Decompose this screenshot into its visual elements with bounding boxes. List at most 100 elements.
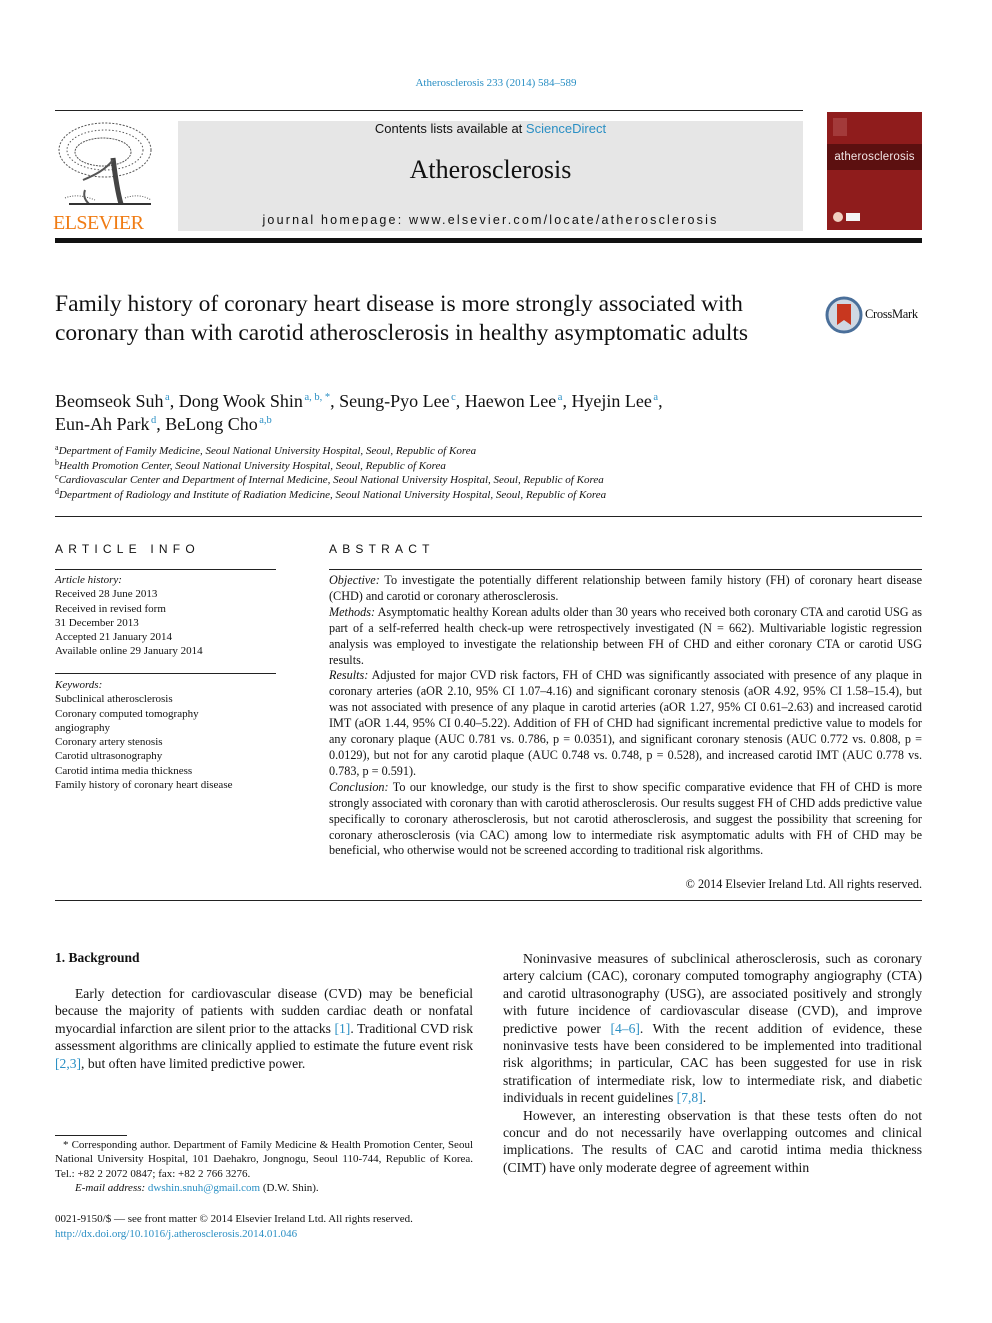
abstract-copyright: © 2014 Elsevier Ireland Ltd. All rights … [685,877,922,891]
keyword: angiography [55,721,110,734]
author-name: Haewon Lee [464,391,557,411]
paragraph-text: . [702,1090,707,1106]
affiliation-text: Department of Radiology and Institute of… [59,488,607,501]
section-rule [55,516,922,517]
abstract-conclusion: Conclusion: To our knowledge, our study … [329,780,922,860]
article-history-label: Article history: [55,574,122,586]
author-separator: , [455,391,465,411]
history-item: 31 December 2013 [55,616,139,629]
paragraph: Early detection for cardiovascular disea… [55,985,473,1072]
author-separator: , [658,391,663,411]
cover-logo-icon [833,118,847,136]
history-item: Received in revised form [55,602,166,615]
abstract-results: Results: Adjusted for major CVD risk fac… [329,668,922,779]
author-affil-link[interactable]: a,b [259,415,272,426]
contents-line: Contents lists available at ScienceDirec… [178,121,803,136]
crossmark-icon [825,296,863,334]
abstract-methods: Methods: Asymptomatic healthy Korean adu… [329,605,922,669]
email-label: E-mail address: [75,1181,146,1194]
corresponding-author-footnote: * Corresponding author. Department of Fa… [55,1138,473,1195]
affiliation: bHealth Promotion Center, Seoul National… [55,458,755,474]
affiliation-text: Health Promotion Center, Seoul National … [59,459,446,472]
abstract-objective: Objective: To investigate the potentiall… [329,573,922,605]
abstract-bottom-rule [55,900,922,901]
header-thick-rule [55,238,922,243]
reference-link[interactable]: [4–6] [610,1021,639,1036]
author-separator: , [156,414,166,434]
author[interactable]: Hyejin Lee a [571,391,658,411]
keyword: Carotid intima media thickness [55,764,193,777]
article-info-heading: ARTICLE INFO [55,542,200,556]
author-separator: , [330,391,340,411]
conclusion-text: To our knowledge, our study is the first… [329,779,922,858]
cover-seal-icon [833,212,843,222]
email-line: E-mail address: dwshin.snuh@gmail.com (D… [55,1181,473,1195]
methods-text: Asymptomatic healthy Korean adults older… [329,604,922,667]
objective-label: Objective: [329,573,380,587]
keyword: Family history of coronary heart disease [55,779,233,792]
methods-label: Methods: [329,604,376,619]
author[interactable]: BeLong Cho a,b [165,414,272,434]
affiliations: aDepartment of Family Medicine, Seoul Na… [55,444,755,502]
author-affil-link[interactable]: a, b, * [304,392,330,403]
history-item: Accepted 21 January 2014 [55,631,172,644]
email-link[interactable]: dwshin.snuh@gmail.com [148,1182,260,1194]
author[interactable]: Dong Wook Shin a, b, * [179,391,330,411]
paragraph: However, an interesting observation is t… [503,1107,922,1175]
journal-citation-link[interactable]: Atherosclerosis 233 (2014) 584–589 [0,77,992,89]
reference-link[interactable]: [2,3] [55,1056,81,1071]
reference-link[interactable]: [1] [334,1021,350,1036]
keywords-rule [55,673,276,674]
article-title: Family history of coronary heart disease… [55,291,749,346]
author-name: Beomseok Suh [55,391,164,411]
cover-title: atherosclerosis [834,151,915,163]
abstract-rule [329,569,922,570]
author-separator: , [169,391,179,411]
sciencedirect-link[interactable]: ScienceDirect [526,121,606,136]
journal-name: Atherosclerosis [409,155,572,184]
section-heading-background: 1. Background [55,950,140,965]
journal-homepage-link[interactable]: journal homepage: www.elsevier.com/locat… [178,213,803,227]
contents-text: Contents lists available at [374,121,526,136]
history-item: Available online 29 January 2014 [55,645,203,658]
author[interactable]: Seung-Pyo Lee c [339,391,456,411]
issn-block: 0021-9150/$ — see front matter © 2014 El… [55,1212,485,1241]
conclusion-label: Conclusion: [329,779,389,794]
email-suffix: (D.W. Shin). [260,1181,319,1194]
corresponding-author-text: * Corresponding author. Department of Fa… [55,1139,473,1180]
affiliation: dDepartment of Radiology and Institute o… [55,487,755,503]
doi-link[interactable]: http://dx.doi.org/10.1016/j.atherosclero… [55,1228,297,1240]
results-text: Adjusted for major CVD risk factors, FH … [329,668,922,778]
crossmark-button[interactable]: CrossMark [825,296,925,336]
header-rule [55,110,803,111]
body-left-column: Early detection for cardiovascular disea… [55,985,473,1072]
author-name: BeLong Cho [165,414,258,434]
keyword: Carotid ultrasonography [55,750,163,763]
author-name: Seung-Pyo Lee [339,391,450,411]
journal-header: Contents lists available at ScienceDirec… [178,121,803,231]
affiliation: aDepartment of Family Medicine, Seoul Na… [55,444,755,459]
history-item: Received 28 June 2013 [55,588,158,601]
article-info-rule [55,569,276,570]
author-name: Eun-Ah Park [55,414,150,434]
paragraph-text: , but often have limited predictive powe… [81,1055,306,1071]
issn-line: 0021-9150/$ — see front matter © 2014 El… [55,1213,413,1225]
author-name: Dong Wook Shin [178,391,303,411]
abstract-heading: ABSTRACT [329,542,435,556]
footnote-rule [55,1135,127,1136]
paragraph: Noninvasive measures of subclinical athe… [503,950,922,1107]
abstract-body: Objective: To investigate the potentiall… [329,573,922,859]
crossmark-label: CrossMark [865,307,918,321]
author[interactable]: Beomseok Suh a [55,391,170,411]
reference-link[interactable]: [7,8] [677,1090,703,1105]
author-list: Beomseok Suh a, Dong Wook Shin a, b, *, … [55,390,815,436]
author[interactable]: Eun-Ah Park d [55,414,156,434]
author[interactable]: Haewon Lee a [465,391,563,411]
article-history: Article history: Received 28 June 2013 R… [55,573,285,659]
affiliation: cCardiovascular Center and Department of… [55,473,755,488]
affiliation-text: Department of Family Medicine, Seoul Nat… [58,445,477,457]
elsevier-wordmark: ELSEVIER [53,212,144,234]
objective-text: To investigate the potentially different… [329,573,922,603]
body-right-column: Noninvasive measures of subclinical athe… [503,950,922,1176]
keywords: Keywords: Subclinical atherosclerosis Co… [55,678,285,792]
